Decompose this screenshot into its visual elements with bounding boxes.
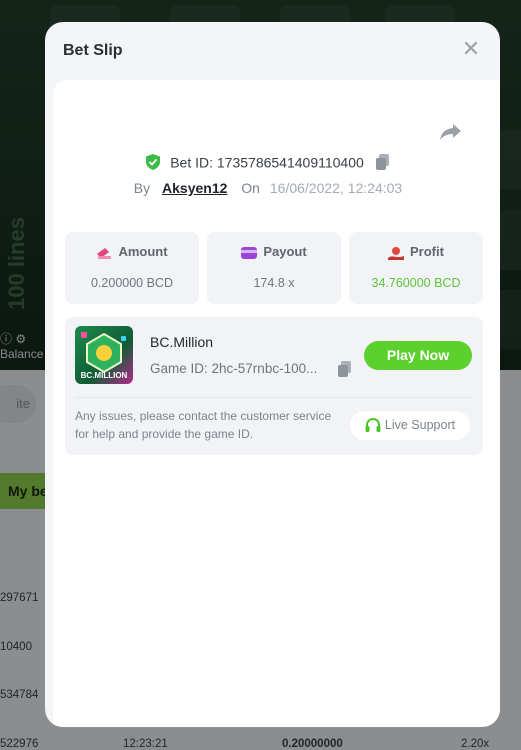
stat-title-payout: Payout (263, 244, 307, 259)
live-support-button[interactable]: Live Support (350, 411, 470, 440)
game-name: BC.Million (150, 334, 214, 350)
stat-card-profit: Profit 34.760000 BCD (349, 232, 483, 304)
amount-icon (97, 247, 112, 259)
stat-value-amount: 0.200000 BCD (90, 276, 173, 290)
modal-header: Bet Slip ✕ (45, 22, 500, 80)
modal-title: Bet Slip (63, 42, 123, 59)
play-now-button[interactable]: Play Now (364, 341, 472, 370)
headset-icon (365, 418, 381, 433)
game-thumbnail[interactable]: BC.MILLION (75, 326, 133, 384)
game-id: Game ID: 2hc-57rnbc-100... (150, 361, 336, 376)
support-notice: Any issues, please contact the customer … (75, 409, 332, 441)
stat-value-profit: 34.760000 BCD (371, 276, 461, 290)
profit-icon (388, 246, 405, 260)
shield-icon (146, 154, 161, 171)
game-id-value: 2hc-57rnbc-100... (211, 361, 318, 376)
bet-id-value: 1735786541409110400 (216, 154, 364, 171)
live-support-label: Live Support (384, 418, 456, 432)
payout-icon (241, 246, 258, 259)
game-thumbnail-label: BC.MILLION (80, 371, 128, 380)
divider (75, 397, 473, 398)
stat-value-payout: 174.8 x (253, 276, 295, 290)
bet-slip-modal: Bet Slip ✕ Bet ID: 1735786541409110400 B… (45, 22, 500, 727)
by-label: By (133, 180, 151, 196)
close-icon: ✕ (461, 36, 481, 61)
bet-stats: Amount 0.200000 BCD Payout 174.8 x Profi… (65, 232, 483, 304)
game-card: BC.MILLION BC.Million Game ID: 2hc-57rnb… (65, 317, 483, 455)
username-link[interactable]: Aksyen12 (162, 180, 227, 196)
game-id-label: Game ID: (150, 361, 208, 376)
stat-card-payout: Payout 174.8 x (207, 232, 341, 304)
close-button[interactable]: ✕ (458, 36, 484, 62)
bet-id-label: Bet ID: (170, 154, 213, 171)
bet-date: 16/06/2022, 12:24:03 (269, 180, 403, 196)
stat-title-profit: Profit (410, 244, 444, 259)
on-label: On (241, 180, 260, 196)
stat-title-amount: Amount (118, 244, 168, 259)
modal-body: Bet ID: 1735786541409110400 By Aksyen12 … (53, 80, 500, 727)
bet-id-row: Bet ID: 1735786541409110400 (53, 150, 483, 172)
share-icon[interactable] (439, 122, 463, 142)
bet-meta-row: By Aksyen12 On 16/06/2022, 12:24:03 (53, 177, 483, 199)
copy-icon[interactable] (375, 154, 390, 171)
stat-card-amount: Amount 0.200000 BCD (65, 232, 199, 304)
copy-icon[interactable] (338, 361, 352, 377)
